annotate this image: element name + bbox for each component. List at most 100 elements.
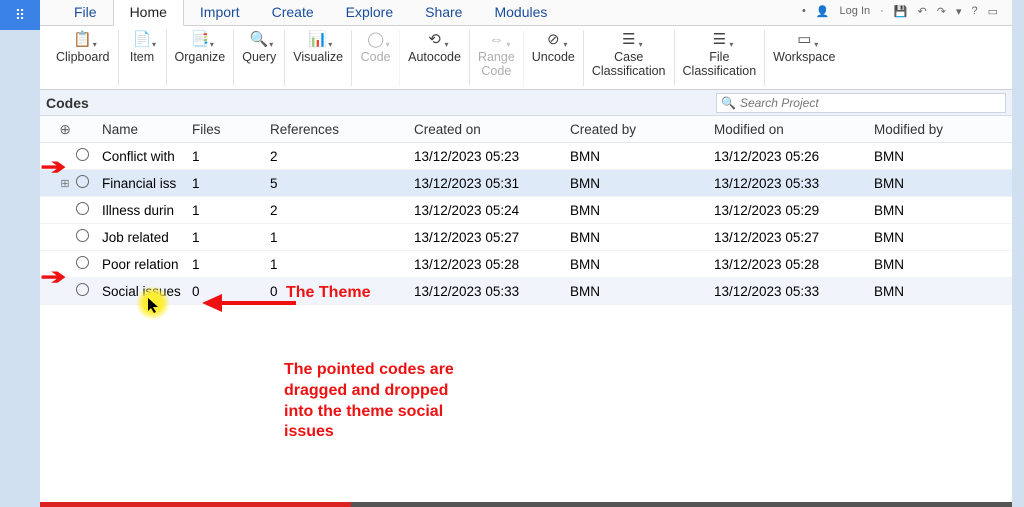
cell-created-by: BMN [568, 284, 712, 299]
cell-references: 5 [268, 176, 412, 191]
table-row[interactable]: Poor relation1113/12/2023 05:28BMN13/12/… [40, 251, 1012, 278]
ribbon-icon: ⇔▾ [486, 30, 506, 48]
tab-create[interactable]: Create [256, 0, 330, 25]
ribbon-item[interactable]: 📄▾Item [119, 30, 167, 86]
cell-modified-by: BMN [872, 257, 972, 272]
col-modified-on[interactable]: Modified on [712, 122, 872, 137]
table-header: ⊕ Name 🔗 Files References Created on Cre… [40, 116, 1012, 143]
cell-name: Poor relation [100, 257, 190, 272]
table-row[interactable]: Social issues0013/12/2023 05:33BMN13/12/… [40, 278, 1012, 305]
node-icon [76, 256, 89, 269]
cell-files: 1 [190, 257, 268, 272]
search-box[interactable]: 🔍 [716, 93, 1006, 113]
ribbon-icon: 📄▾ [132, 30, 152, 48]
cell-created-by: BMN [568, 257, 712, 272]
ribbon-file-classification[interactable]: ☰▾ File Classification [675, 30, 766, 86]
search-icon: 🔍 [721, 96, 736, 110]
col-modified-by[interactable]: Modified by [872, 122, 972, 137]
app-window: FileHomeImportCreateExploreShareModules … [40, 0, 1012, 507]
cell-files: 1 [190, 176, 268, 191]
ribbon-uncode[interactable]: ⊘▾ Uncode [524, 30, 584, 86]
ribbon-label: Visualize [293, 50, 343, 64]
dropdown-icon[interactable]: ▾ [956, 5, 962, 18]
cell-references: 1 [268, 257, 412, 272]
cell-created-on: 13/12/2023 05:31 [412, 176, 568, 191]
tab-modules[interactable]: Modules [478, 0, 563, 25]
cursor-icon [148, 298, 162, 314]
table-row[interactable]: Conflict with1213/12/2023 05:23BMN13/12/… [40, 143, 1012, 170]
panel-header: Codes 🔍 [40, 90, 1012, 116]
ribbon-autocode[interactable]: ⟲▾Autocode [400, 30, 470, 86]
cell-modified-on: 13/12/2023 05:29 [712, 203, 872, 218]
ribbon-icon: ◯▾ [366, 30, 386, 48]
cell-references: 2 [268, 149, 412, 164]
ribbon-workspace[interactable]: ▭▾ Workspace [765, 30, 843, 86]
col-created-by[interactable]: Created by [568, 122, 712, 137]
cell-created-on: 13/12/2023 05:23 [412, 149, 568, 164]
ribbon-query[interactable]: 🔍▾Query [234, 30, 285, 86]
ribbon-label: File Classification [683, 50, 757, 79]
tab-explore[interactable]: Explore [330, 0, 409, 25]
undo-icon[interactable]: ↶ [918, 5, 927, 18]
cell-name: Job related [100, 230, 190, 245]
ribbon-icon: ⊘▾ [543, 30, 563, 48]
menu-dot-icon[interactable]: • [802, 5, 806, 17]
utility-bar: • 👤 Log In · 💾 ↶ ↷ ▾ ? ▭ [802, 2, 1008, 20]
ribbon-label: Workspace [773, 50, 835, 64]
window-icon[interactable]: ▭ [988, 5, 998, 18]
ribbon-clipboard[interactable]: 📋▾ Clipboard [48, 30, 119, 86]
col-files[interactable]: Files [192, 122, 221, 137]
user-icon[interactable]: 👤 [816, 5, 830, 18]
add-icon[interactable]: ⊕ [59, 121, 71, 138]
col-references[interactable]: References [268, 122, 412, 137]
table-row[interactable]: Illness durin1213/12/2023 05:24BMN13/12/… [40, 197, 1012, 224]
annotation-arrow-icon: ➔ [40, 264, 66, 290]
cursor-highlight-icon [136, 286, 170, 320]
login-link[interactable]: Log In [840, 5, 871, 17]
app-launcher-icon[interactable]: ⠿ [0, 0, 40, 30]
col-name[interactable]: Name [100, 122, 190, 137]
ribbon-label: Autocode [408, 50, 461, 64]
cell-modified-by: BMN [872, 284, 972, 299]
redo-icon[interactable]: ↷ [937, 5, 946, 18]
cell-created-by: BMN [568, 149, 712, 164]
tab-home[interactable]: Home [113, 0, 184, 26]
node-icon [76, 229, 89, 242]
cell-references: 1 [268, 230, 412, 245]
tab-share[interactable]: Share [409, 0, 478, 25]
cell-modified-on: 13/12/2023 05:33 [712, 176, 872, 191]
tab-file[interactable]: File [58, 0, 113, 25]
cell-files: 1 [190, 149, 268, 164]
table-body: Conflict with1213/12/2023 05:23BMN13/12/… [40, 143, 1012, 305]
cell-name: Financial iss [100, 176, 190, 191]
help-icon[interactable]: ? [971, 5, 977, 17]
ribbon-visualize[interactable]: 📊▾ Visualize [285, 30, 352, 86]
table-row[interactable]: Job related1113/12/2023 05:27BMN13/12/20… [40, 224, 1012, 251]
table-row[interactable]: ⊞Financial iss1513/12/2023 05:31BMN13/12… [40, 170, 1012, 197]
annotation-theme-label: The Theme [286, 283, 370, 304]
ribbon-case-classification[interactable]: ☰▾Case Classification [584, 30, 675, 86]
video-progress-bar[interactable] [40, 502, 1012, 507]
ribbon-icon: ☰▾ [709, 30, 729, 48]
ribbon-icon: 📊▾ [308, 30, 328, 48]
search-input[interactable] [740, 96, 1001, 110]
tab-import[interactable]: Import [184, 0, 256, 25]
ribbon-label: Case Classification [592, 50, 666, 79]
ribbon-label: Uncode [532, 50, 575, 64]
ribbon-icon: 📋▾ [73, 30, 93, 48]
ribbon-label: Clipboard [56, 50, 110, 64]
node-icon [76, 283, 89, 296]
ribbon-icon: 📑▾ [190, 30, 210, 48]
ribbon-range-code: ⇔▾Range Code [470, 30, 524, 86]
cell-name: Illness durin [100, 203, 190, 218]
cell-created-on: 13/12/2023 05:24 [412, 203, 568, 218]
annotation-arrow-icon: ➔ [40, 154, 66, 180]
cell-created-on: 13/12/2023 05:28 [412, 257, 568, 272]
col-created-on[interactable]: Created on [412, 122, 568, 137]
cell-modified-on: 13/12/2023 05:28 [712, 257, 872, 272]
save-icon[interactable]: 💾 [894, 5, 908, 18]
ribbon-icon: ▭▾ [794, 30, 814, 48]
annotation-explain-text: The pointed codes are dragged and droppe… [284, 360, 454, 443]
ribbon-code: ◯▾Code [352, 30, 400, 86]
ribbon-organize[interactable]: 📑▾Organize [167, 30, 235, 86]
